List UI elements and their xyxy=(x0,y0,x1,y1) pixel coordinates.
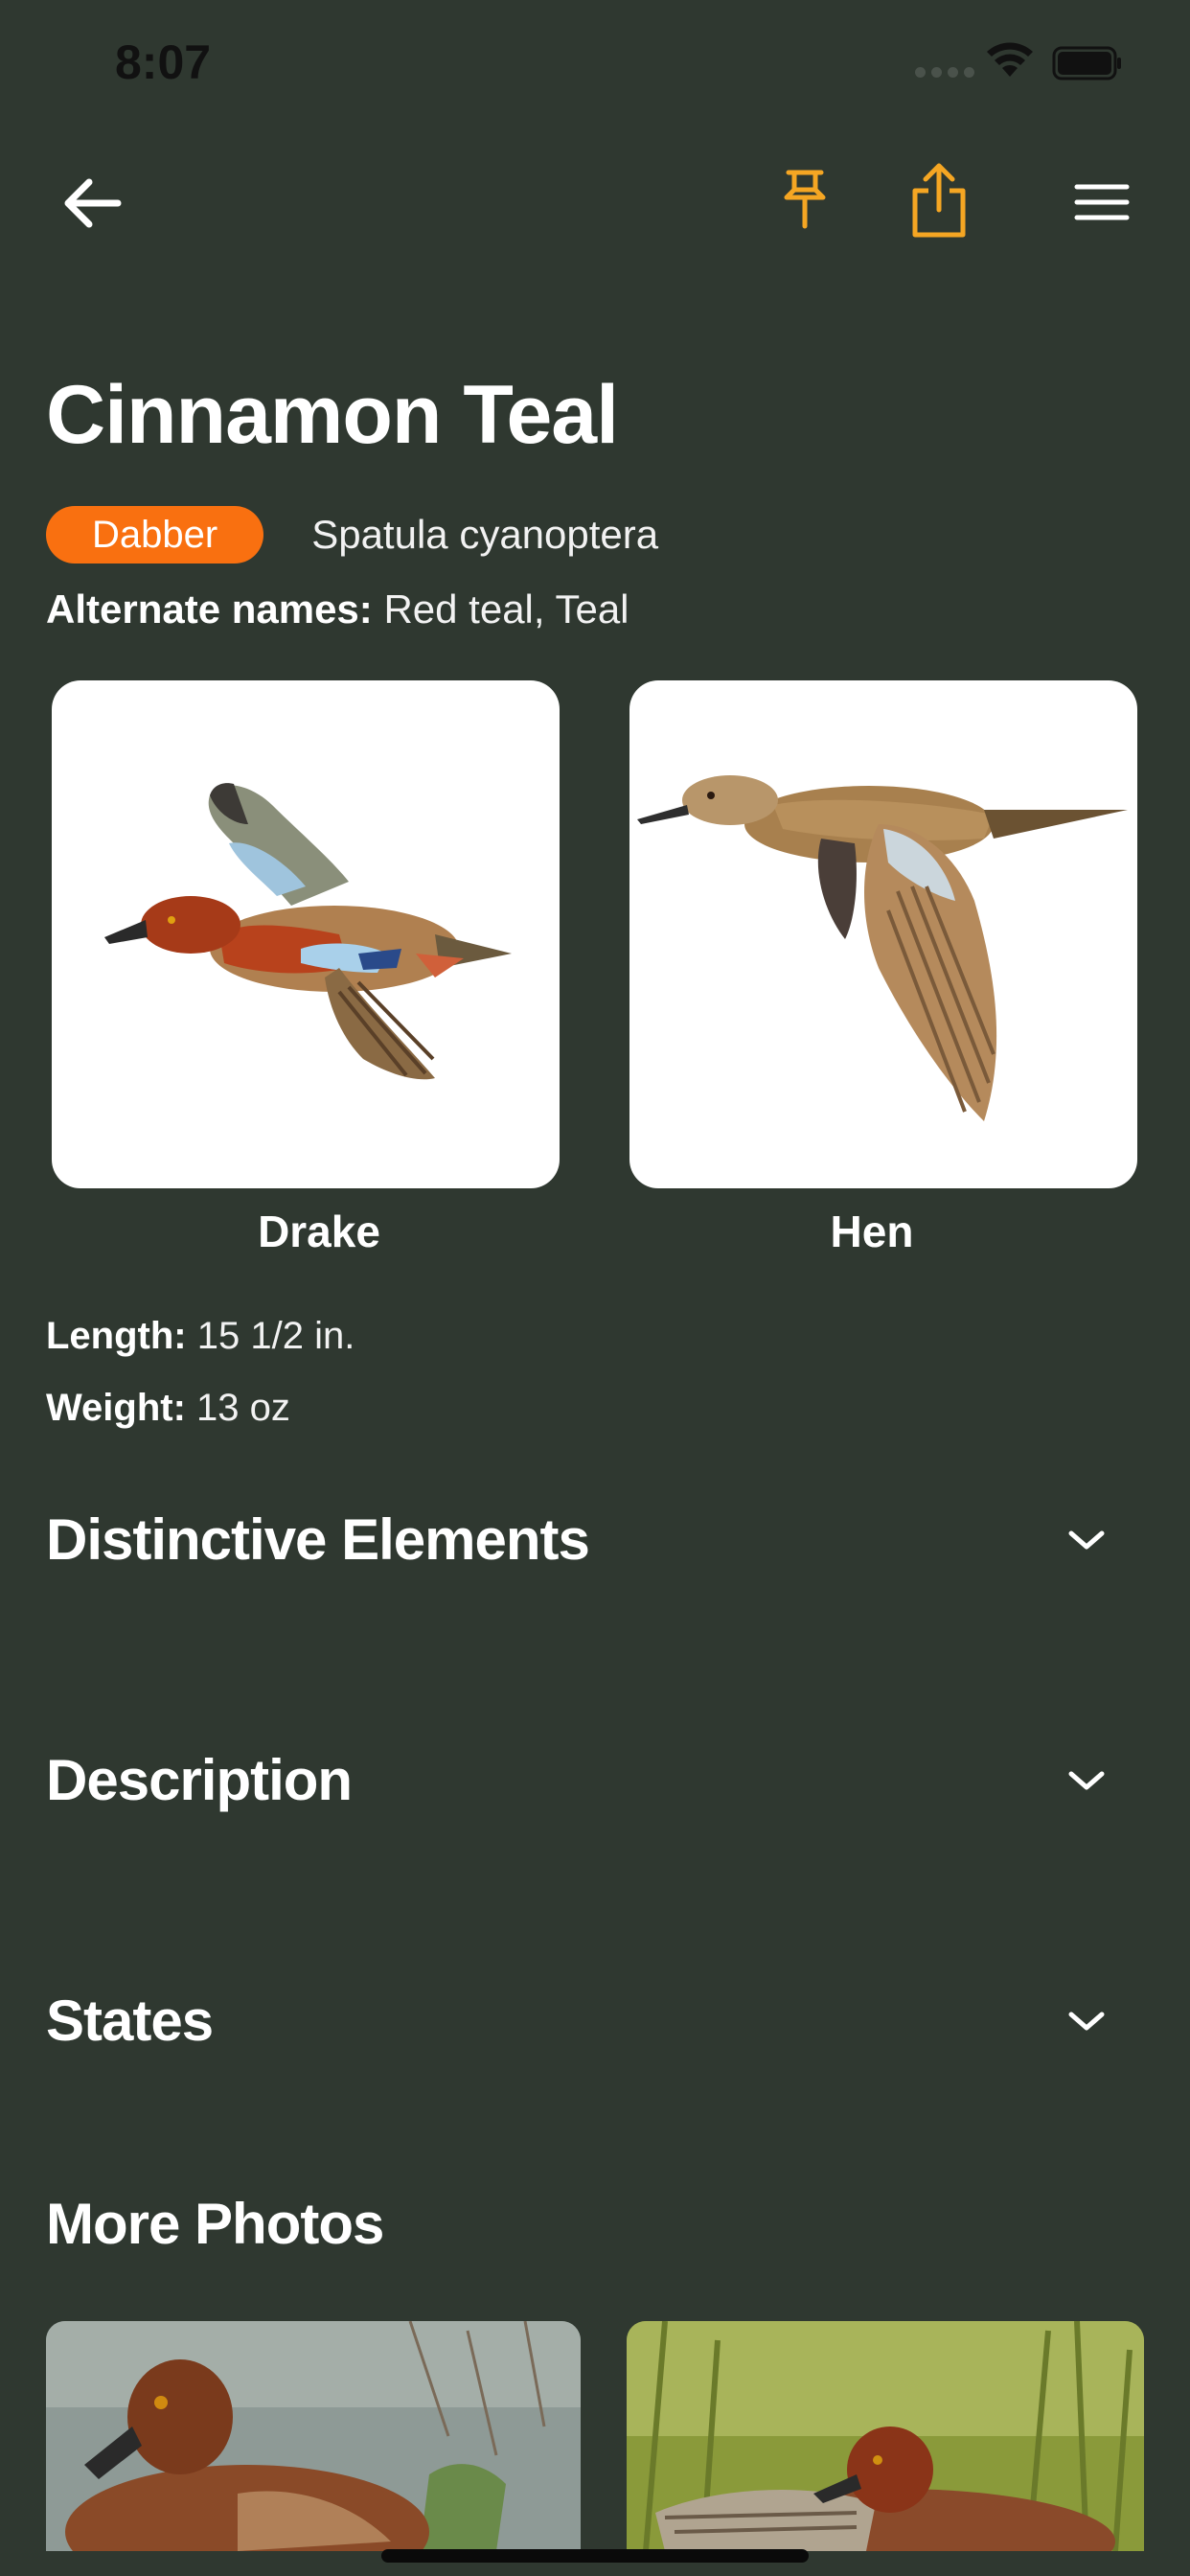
chevron-down-icon xyxy=(1068,2012,1105,2031)
battery-icon xyxy=(1052,46,1121,80)
menu-button[interactable] xyxy=(1064,169,1140,236)
section-title: States xyxy=(46,1989,214,2053)
chevron-down-icon xyxy=(1068,1771,1105,1790)
alternate-names: Alternate names: Red teal, Teal xyxy=(46,586,629,632)
section-title: Distinctive Elements xyxy=(46,1507,590,1572)
section-distinctive-elements[interactable]: Distinctive Elements xyxy=(0,1487,1190,1593)
weight-row: Weight: 13 oz xyxy=(46,1387,290,1430)
hamburger-menu-icon xyxy=(1074,184,1130,220)
taxonomy-row: Dabber Spatula cyanoptera xyxy=(46,506,658,564)
hen-image-card[interactable] xyxy=(629,680,1137,1188)
section-title: Description xyxy=(46,1748,353,1812)
alternate-names-value: Red teal, Teal xyxy=(383,586,629,632)
chevron-down-icon xyxy=(1068,1530,1105,1550)
drake-caption: Drake xyxy=(258,1207,380,1256)
length-label: Length: xyxy=(46,1315,187,1357)
weight-value: 13 oz xyxy=(196,1387,290,1429)
pin-button[interactable] xyxy=(767,161,843,238)
hen-illustration xyxy=(637,775,1128,1121)
duck-photo xyxy=(627,2321,1144,2551)
drake-image-card[interactable] xyxy=(52,680,560,1188)
status-time: 8:07 xyxy=(115,35,212,89)
drake-illustration xyxy=(104,783,512,1080)
cellular-signal-icon xyxy=(915,67,974,78)
more-photos-heading: More Photos xyxy=(46,2192,384,2256)
nav-bar xyxy=(0,144,1190,259)
home-indicator xyxy=(381,2549,809,2563)
duck-photo xyxy=(46,2321,581,2551)
section-description[interactable]: Description xyxy=(0,1728,1190,1833)
share-button[interactable] xyxy=(896,153,982,249)
back-button[interactable] xyxy=(48,165,134,242)
section-states[interactable]: States xyxy=(0,1968,1190,2074)
arrow-left-icon xyxy=(64,178,122,228)
species-title: Cinnamon Teal xyxy=(46,369,619,461)
alternate-names-label: Alternate names: xyxy=(46,586,373,632)
length-row: Length: 15 1/2 in. xyxy=(46,1315,355,1358)
wifi-icon xyxy=(987,42,1033,77)
status-bar: 8:07 xyxy=(0,0,1190,134)
scientific-name: Spatula cyanoptera xyxy=(311,512,659,557)
hen-caption: Hen xyxy=(830,1207,914,1256)
pushpin-icon xyxy=(784,170,826,229)
length-value: 15 1/2 in. xyxy=(196,1315,355,1357)
weight-label: Weight: xyxy=(46,1387,186,1429)
photo-thumbnail[interactable] xyxy=(627,2321,1144,2551)
photo-thumbnail[interactable] xyxy=(46,2321,581,2551)
category-badge: Dabber xyxy=(46,506,264,564)
share-icon xyxy=(912,163,966,238)
